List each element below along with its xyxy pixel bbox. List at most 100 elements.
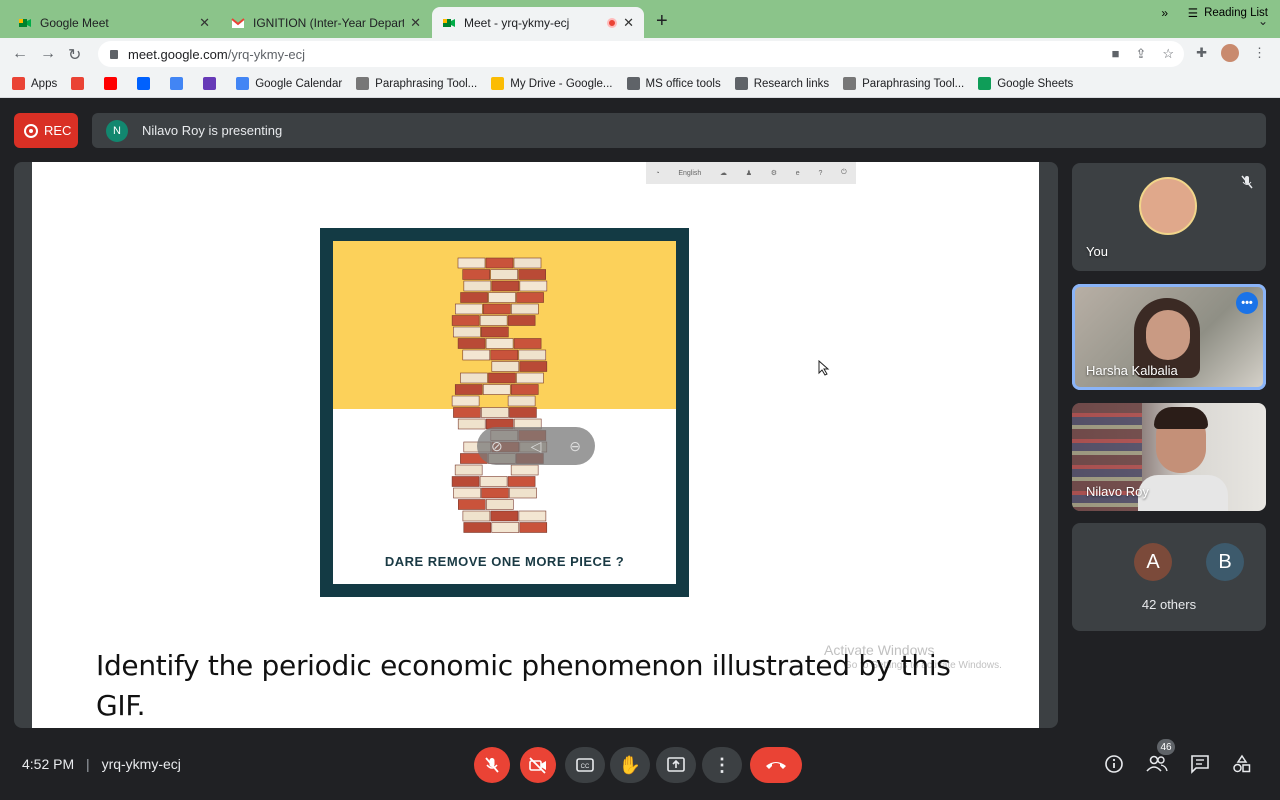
jenga-block [486, 499, 514, 510]
present-screen-icon [667, 757, 685, 772]
jenga-block [509, 407, 537, 418]
bookmark-item[interactable] [104, 77, 123, 90]
recording-badge[interactable]: REC [14, 113, 78, 148]
bookmark-item[interactable]: Paraphrasing Tool... [843, 77, 964, 90]
more-options-icon[interactable]: ••• [1236, 292, 1258, 314]
jenga-block [481, 407, 509, 418]
bookmark-label: MS office tools [645, 77, 721, 90]
feather-icon [356, 77, 370, 90]
chat-icon[interactable] [1190, 754, 1210, 774]
bookmark-item[interactable]: Paraphrasing Tool... [356, 77, 477, 90]
share-icon[interactable]: ⇪ [1135, 46, 1146, 62]
meeting-details-icon[interactable] [1104, 754, 1124, 774]
jenga-block [451, 315, 480, 326]
captions-button[interactable]: CC [565, 747, 605, 783]
participant-tile-self[interactable]: You [1072, 163, 1266, 271]
svg-text:CC: CC [581, 764, 590, 770]
rec-label: REC [44, 123, 72, 138]
bookmark-item[interactable] [71, 77, 90, 90]
url-path: /yrq-ykmy-ecj [227, 46, 306, 62]
jenga-block [488, 292, 516, 303]
jenga-block [454, 384, 483, 395]
bookmark-item[interactable]: Google Sheets [978, 77, 1073, 90]
camera-off-button[interactable] [520, 747, 556, 783]
cloud-icon: ☁ [720, 170, 728, 177]
back-icon[interactable]: ← [12, 45, 28, 63]
reload-icon[interactable]: ↻ [68, 45, 81, 65]
jenga-block [457, 338, 486, 349]
bookmark-item[interactable] [170, 77, 189, 90]
gmail-icon [71, 77, 85, 90]
participant-tile-others[interactable]: B A 42 others [1072, 523, 1266, 631]
jenga-block [482, 384, 511, 395]
separator: | [86, 756, 90, 772]
jenga-block [509, 487, 537, 499]
gmail-icon [231, 17, 245, 28]
bookmark-item[interactable]: Google Calendar [236, 77, 342, 90]
drive-icon [491, 77, 505, 90]
more-options-button[interactable]: ⋮ [702, 747, 742, 783]
shared-slide: ◔ English ☁ ♟ ⚙ e ? ⏻ DARE REMOVE ONE MO… [32, 162, 1039, 728]
camera-in-use-icon[interactable]: ■ [1112, 46, 1120, 62]
bookmark-item[interactable] [137, 77, 156, 90]
bookmark-item[interactable]: MS office tools [626, 77, 721, 90]
tab-ignition-gmail[interactable]: IGNITION (Inter-Year Departme ✕ [221, 7, 431, 38]
close-tab-icon[interactable]: ✕ [410, 15, 421, 31]
activities-icon[interactable] [1232, 754, 1252, 774]
tab-meet-active[interactable]: Meet - yrq-ykmy-ecj ✕ [432, 7, 644, 38]
raise-hand-button[interactable]: ✋ [610, 747, 650, 783]
edge-icon: e [795, 169, 800, 177]
other-avatar-b: B [1206, 543, 1244, 581]
bookmark-item[interactable] [203, 77, 222, 90]
microphone-off-button[interactable] [474, 747, 510, 783]
close-tab-icon[interactable]: ✕ [199, 15, 210, 31]
jenga-block [481, 487, 509, 499]
bookmark-label: Google Calendar [255, 77, 343, 90]
presentation-overlay-controls[interactable]: ⊘ ◁ ⊖ [477, 427, 595, 465]
bookmark-item[interactable]: Research links [734, 77, 830, 90]
bookmark-star-icon[interactable]: ☆ [1162, 46, 1174, 62]
menu-kebab-icon[interactable]: ⋮ [1253, 45, 1266, 61]
bookmark-label: Paraphrasing Tool... [862, 77, 965, 90]
profile-avatar[interactable] [1221, 44, 1239, 62]
slide-toolbar: ◔ English ☁ ♟ ⚙ e ? ⏻ [646, 162, 856, 184]
jenga-block [516, 292, 544, 303]
people-icon[interactable] [1146, 754, 1168, 774]
participant-hair [1154, 407, 1208, 429]
tab-title: Meet - yrq-ykmy-ecj [464, 15, 570, 30]
leave-call-button[interactable] [750, 747, 802, 783]
participant-tile-harsha[interactable]: ••• Harsha Kalbalia [1072, 284, 1266, 390]
presenter-avatar: N [106, 119, 128, 142]
mute-presentation-icon[interactable]: ◁ [531, 438, 542, 455]
jenga-block [481, 326, 509, 338]
participant-name: Harsha Kalbalia [1086, 363, 1178, 378]
jenga-block [457, 257, 486, 269]
extensions-puzzle-icon[interactable]: ✚ [1196, 45, 1207, 61]
close-tab-icon[interactable]: ✕ [623, 15, 634, 31]
tab-google-meet[interactable]: Google Meet ✕ [8, 7, 220, 38]
minimize-icon[interactable]: ⊖ [569, 438, 581, 455]
bookmark-item[interactable]: My Drive - Google... [491, 77, 613, 90]
jenga-block [488, 372, 516, 384]
new-tab-button[interactable]: + [656, 11, 668, 31]
forward-icon[interactable]: → [40, 45, 56, 63]
participant-shirt [1138, 475, 1228, 511]
jenga-block [462, 510, 491, 522]
bookmark-item[interactable]: Apps [12, 77, 57, 90]
address-bar[interactable]: meet.google.com/yrq-ykmy-ecj ■ ⇪ ☆ [98, 41, 1184, 67]
bookmarks-overflow-icon[interactable]: » [1161, 6, 1168, 20]
jenga-block [485, 257, 514, 269]
unpin-icon[interactable]: ⊘ [491, 438, 503, 455]
bookmark-label: Google Sheets [997, 77, 1074, 90]
jenga-block [490, 349, 519, 361]
present-now-button[interactable] [656, 747, 696, 783]
power-icon: ⏻ [841, 169, 847, 176]
mouse-cursor-icon [818, 360, 830, 376]
toolbar-logo-icon: ◔ [655, 169, 660, 177]
reading-list-button[interactable]: ☰ Reading List [1188, 6, 1268, 20]
end-call-icon [766, 762, 786, 769]
participant-tile-nilavo[interactable]: Nilavo Roy [1072, 403, 1266, 511]
recording-indicator-icon [607, 17, 618, 28]
bookmark-label: Research links [753, 77, 830, 90]
presenting-text: Nilavo Roy is presenting [142, 123, 283, 138]
